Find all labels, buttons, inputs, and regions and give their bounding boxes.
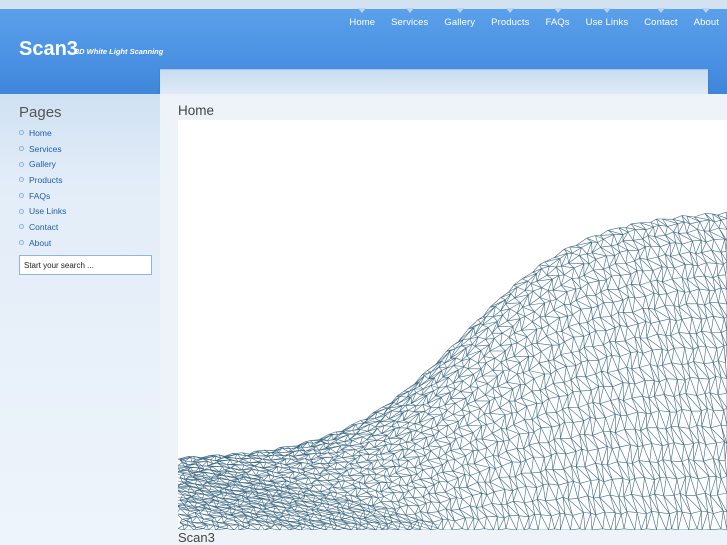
nav-contact[interactable]: Contact	[636, 8, 685, 39]
nav-products[interactable]: Products	[483, 8, 537, 39]
bullet-icon	[19, 146, 24, 152]
sidebar-item-faqs[interactable]: FAQs	[19, 188, 66, 204]
bullet-icon	[19, 193, 24, 199]
bullet-icon	[19, 130, 24, 136]
mesh-wireframe-lines	[178, 211, 727, 530]
sidebar-item-gallery[interactable]: Gallery	[19, 156, 66, 172]
mesh-image	[178, 120, 727, 530]
sidebar-item-use-links[interactable]: Use Links	[19, 203, 66, 219]
bullet-icon	[19, 177, 24, 183]
site-logo[interactable]: Scan3	[19, 38, 78, 61]
main-content: Home Scan3	[160, 94, 727, 545]
sidebar-item-products[interactable]: Products	[19, 172, 66, 188]
nav-use-links[interactable]: Use Links	[578, 8, 637, 39]
bullet-icon	[19, 240, 24, 246]
nav-faqs[interactable]: FAQs	[537, 8, 577, 39]
sidebar-item-label: Products	[29, 174, 63, 185]
sidebar: Pages Home Services Gallery Products FAQ…	[0, 94, 160, 545]
image-caption: Scan3	[178, 530, 215, 545]
page-title: Home	[178, 103, 215, 118]
wireframe-mesh-graphic	[178, 211, 727, 530]
sidebar-item-services[interactable]: Services	[19, 141, 66, 157]
site-tagline: 3D White Light Scanning	[75, 47, 164, 56]
nav-gallery[interactable]: Gallery	[436, 8, 483, 39]
nav-services[interactable]: Services	[383, 8, 436, 39]
sidebar-item-about[interactable]: About	[19, 235, 66, 251]
bullet-icon	[19, 208, 24, 214]
sidebar-heading: Pages	[19, 104, 62, 121]
sidebar-item-label: Gallery	[29, 159, 56, 170]
sidebar-item-label: Use Links	[29, 206, 67, 217]
nav-about[interactable]: About	[686, 8, 727, 39]
sidebar-item-label: About	[29, 237, 52, 248]
sidebar-pages-list: Home Services Gallery Products FAQs Use …	[19, 125, 66, 251]
sidebar-item-contact[interactable]: Contact	[19, 219, 66, 235]
nav-home[interactable]: Home	[341, 8, 383, 39]
bullet-icon	[19, 161, 24, 167]
sidebar-item-home[interactable]: Home	[19, 125, 66, 141]
sidebar-item-label: Contact	[29, 221, 59, 232]
sidebar-item-label: Services	[29, 143, 62, 154]
content-top-bar	[160, 69, 708, 94]
sidebar-item-label: Home	[29, 127, 52, 138]
top-nav: Home Services Gallery Products FAQs Use …	[341, 8, 727, 39]
search-input[interactable]	[19, 255, 152, 275]
sidebar-item-label: FAQs	[29, 190, 51, 201]
bullet-icon	[19, 224, 24, 230]
